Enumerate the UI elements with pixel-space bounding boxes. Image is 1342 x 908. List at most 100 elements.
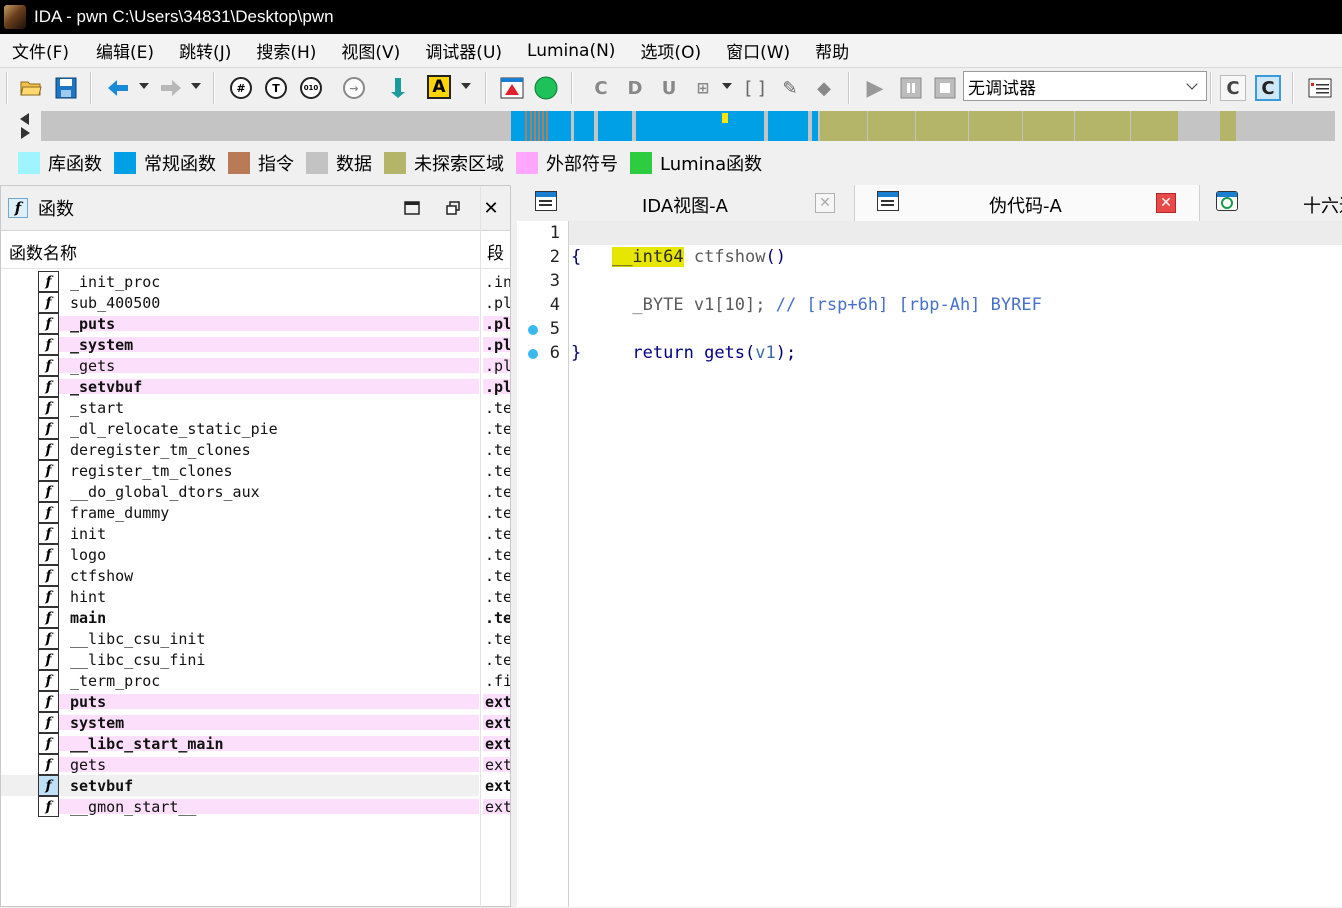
functions-panel-header: f 函数 ✕ <box>1 186 510 231</box>
create-data-icon[interactable]: D <box>622 75 648 101</box>
column-function-name[interactable]: 函数名称 <box>9 239 77 264</box>
forward-dropdown-icon[interactable] <box>191 83 201 89</box>
arg-v1[interactable]: v1 <box>755 343 775 363</box>
nav-scroll-arrows[interactable] <box>18 112 32 145</box>
start-debug-icon[interactable]: ▶ <box>862 75 888 101</box>
struct-plus-icon[interactable]: ⊞ <box>690 75 716 101</box>
c-view-icon[interactable]: C <box>1220 75 1246 101</box>
pseudocode-view[interactable]: 1 2 3 4 5 6 __int64 ctfshow() { _BYTE v1… <box>517 221 1342 907</box>
menu-lumina[interactable]: Lumina(N) <box>527 41 615 61</box>
menu-file[interactable]: 文件(F) <box>12 38 69 63</box>
legend-label: 数据 <box>336 154 372 175</box>
function-row[interactable]: f _gets .plt <box>1 355 510 376</box>
close-icon[interactable]: ✕ <box>482 198 500 219</box>
local-declaration[interactable]: _BYTE v1[10]; <box>612 295 776 315</box>
back-arrow-icon[interactable] <box>105 75 131 101</box>
ida-app-icon[interactable] <box>4 5 26 29</box>
menu-options[interactable]: 选项(O) <box>640 38 701 63</box>
restore-icon[interactable] <box>444 199 462 217</box>
function-row[interactable]: fmain .text <box>1 607 510 628</box>
function-row[interactable]: f _term_proc .fini <box>1 670 510 691</box>
function-row[interactable]: f _start .text <box>1 397 510 418</box>
breakpoint-dot-icon[interactable] <box>528 349 538 359</box>
tab-hex-view[interactable]: 十六进 <box>1200 185 1342 221</box>
maximize-icon[interactable] <box>403 199 421 217</box>
function-row[interactable]: f deregister_tm_clones .text <box>1 439 510 460</box>
menu-view[interactable]: 视图(V) <box>341 38 400 63</box>
menu-jump[interactable]: 跳转(J) <box>179 38 231 63</box>
legend-swatch <box>18 152 40 174</box>
hex-number-icon[interactable]: # <box>228 75 254 101</box>
code-convert-icon[interactable]: → <box>341 75 367 101</box>
menu-windows[interactable]: 窗口(W) <box>726 38 790 63</box>
function-row[interactable]: finit .text <box>1 523 510 544</box>
jump-down-arrow-icon[interactable] <box>384 75 410 101</box>
code-line-3[interactable]: _BYTE v1[10]; // [rsp+6h] [rbp-Ah] BYREF <box>571 269 1041 315</box>
tab-close-icon[interactable]: ✕ <box>1156 193 1176 213</box>
tab-pseudocode-a[interactable]: 伪代码-A ✕ <box>855 185 1200 221</box>
code-line-1[interactable]: __int64 ctfshow() <box>571 221 786 267</box>
color-dropdown-icon[interactable] <box>461 83 471 89</box>
menu-debugger[interactable]: 调试器(U) <box>425 38 502 63</box>
function-row[interactable]: f __libc_csu_fini .text <box>1 649 510 670</box>
edit-pencil-icon[interactable]: ✎ <box>777 75 803 101</box>
row-background <box>59 316 479 331</box>
undefine-icon[interactable]: U <box>656 75 682 101</box>
green-circle-icon[interactable] <box>533 75 559 101</box>
code-line-5[interactable]: return gets(v1); <box>571 317 796 363</box>
return-type[interactable]: __int64 <box>611 247 684 267</box>
function-name[interactable]: ctfshow <box>684 247 766 267</box>
function-row[interactable]: f _init_proc .init <box>1 271 510 292</box>
function-row[interactable]: f _system .plt <box>1 334 510 355</box>
code-line-2[interactable]: { <box>571 245 581 269</box>
breakpoint-dot-icon[interactable] <box>528 325 538 335</box>
color-text-icon[interactable]: A <box>427 75 451 99</box>
call-gets[interactable]: gets <box>704 343 745 363</box>
bracket-icon[interactable]: [ ] <box>742 75 768 101</box>
menu-search[interactable]: 搜索(H) <box>256 38 316 63</box>
column-segment[interactable]: 段 <box>487 239 504 264</box>
function-row[interactable]: f ctfshow .text <box>1 565 510 586</box>
function-row[interactable]: flogo .text <box>1 544 510 565</box>
binary-icon[interactable]: 010 <box>298 75 324 101</box>
diamond-icon[interactable]: ◆ <box>811 75 837 101</box>
function-row[interactable]: fhint .text <box>1 586 510 607</box>
function-row[interactable]: f __libc_csu_init .text <box>1 628 510 649</box>
function-row[interactable]: f __gmon_start__ extern <box>1 796 510 817</box>
navigation-band[interactable] <box>41 111 1335 141</box>
function-row[interactable]: f __do_global_dtors_aux .text <box>1 481 510 502</box>
function-segment: .fini <box>485 672 510 690</box>
create-code-icon[interactable]: C <box>588 75 614 101</box>
pause-icon[interactable] <box>898 75 924 101</box>
output-list-icon[interactable] <box>1307 75 1333 101</box>
function-row[interactable]: fsystem extern <box>1 712 510 733</box>
function-row[interactable]: fputs extern <box>1 691 510 712</box>
back-dropdown-icon[interactable] <box>139 83 149 89</box>
function-segment: .plt <box>485 336 510 354</box>
tab-ida-view-a[interactable]: IDA视图-A ✕ <box>517 185 855 221</box>
text-string-icon[interactable]: T <box>263 75 289 101</box>
flag-icon[interactable] <box>499 75 525 101</box>
function-row[interactable]: fgets extern <box>1 754 510 775</box>
tab-close-icon[interactable]: ✕ <box>815 193 835 213</box>
code-line-6[interactable]: } <box>571 341 581 365</box>
function-row[interactable]: f frame_dummy .text <box>1 502 510 523</box>
function-row[interactable]: f __libc_start_main extern <box>1 733 510 754</box>
function-icon: f <box>38 460 59 481</box>
function-row[interactable]: f _puts .plt <box>1 313 510 334</box>
function-row[interactable]: f sub_400500 .plt <box>1 292 510 313</box>
debugger-select[interactable]: 无调试器 <box>963 71 1207 101</box>
function-row[interactable]: f register_tm_clones .text <box>1 460 510 481</box>
menu-help[interactable]: 帮助 <box>815 38 849 63</box>
function-row[interactable]: f setvbuf extern <box>1 775 510 796</box>
struct-dropdown-icon[interactable] <box>722 83 732 89</box>
c-decompile-icon[interactable]: C <box>1255 75 1281 101</box>
function-row[interactable]: f _dl_relocate_static_pie .text <box>1 418 510 439</box>
function-row[interactable]: f _setvbuf .plt <box>1 376 510 397</box>
menu-edit[interactable]: 编辑(E) <box>96 38 154 63</box>
stop-icon[interactable] <box>932 75 958 101</box>
save-icon[interactable] <box>53 75 79 101</box>
legend-swatch <box>516 152 538 174</box>
forward-arrow-icon[interactable] <box>158 75 184 101</box>
open-folder-icon[interactable] <box>18 75 44 101</box>
